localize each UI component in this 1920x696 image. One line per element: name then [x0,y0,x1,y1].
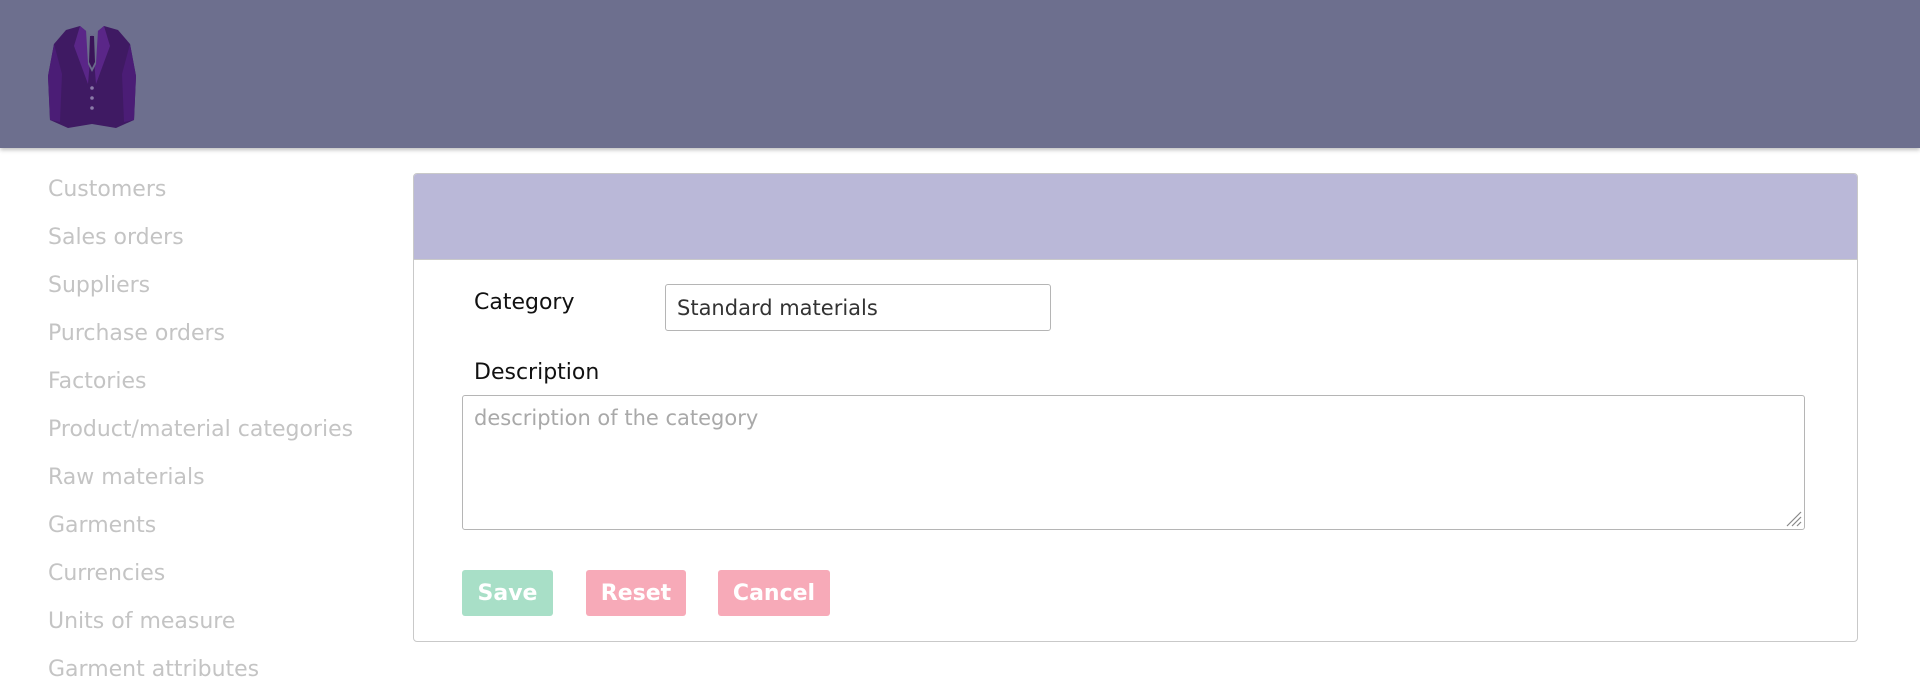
sidebar-item-units-of-measure[interactable]: Units of measure [48,600,368,648]
sidebar-nav: Customers Sales orders Suppliers Purchas… [48,168,368,696]
sidebar-item-purchase-orders[interactable]: Purchase orders [48,312,368,360]
sidebar-item-suppliers[interactable]: Suppliers [48,264,368,312]
description-label: Description [474,360,600,385]
category-input[interactable] [665,284,1051,331]
sidebar-item-customers[interactable]: Customers [48,168,368,216]
panel-heading [414,174,1857,260]
sidebar-item-garment-attributes[interactable]: Garment attributes [48,648,368,696]
reset-button[interactable]: Reset [586,570,686,616]
resize-grip-icon[interactable] [1784,509,1802,527]
cancel-button[interactable]: Cancel [718,570,830,616]
description-textarea[interactable] [462,395,1805,530]
sidebar-item-raw-materials[interactable]: Raw materials [48,456,368,504]
suit-jacket-logo-icon[interactable] [44,24,140,130]
category-label: Category [474,290,575,315]
sidebar-item-factories[interactable]: Factories [48,360,368,408]
sidebar-item-sales-orders[interactable]: Sales orders [48,216,368,264]
sidebar-item-currencies[interactable]: Currencies [48,552,368,600]
category-form-panel: Category Description Save Reset Cancel [413,173,1858,642]
sidebar-item-garments[interactable]: Garments [48,504,368,552]
save-button[interactable]: Save [462,570,553,616]
app-header [0,0,1920,148]
sidebar-item-product-material-categories[interactable]: Product/material categories [48,408,368,456]
